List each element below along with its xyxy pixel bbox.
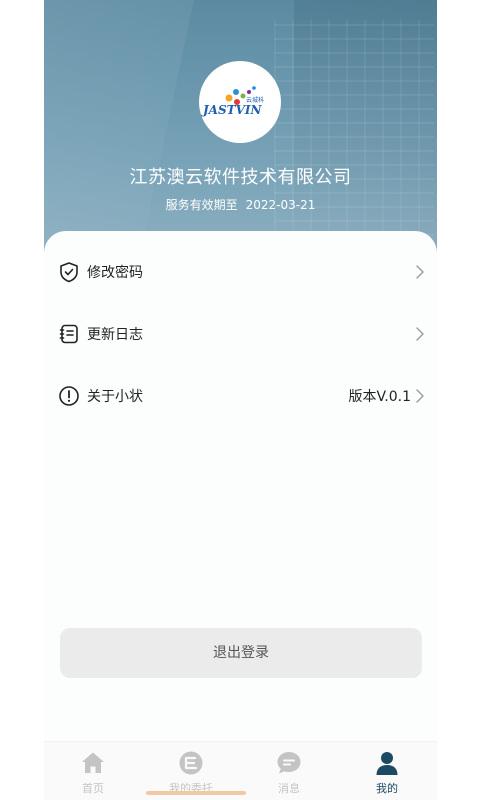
expiry-label: 服务有效期至: [165, 198, 238, 212]
logout-button[interactable]: 退出登录: [60, 628, 422, 678]
background-building: [44, 0, 194, 265]
exclamation-circle-icon: [59, 386, 79, 406]
app-screen: JASTVIN 云城科 江苏澳云软件技术有限公司 服务有效期至 2022-03-2…: [44, 0, 437, 800]
shield-check-icon: [60, 262, 78, 283]
chevron-right-icon: [416, 327, 424, 341]
tab-label: 我的: [376, 782, 398, 795]
message-icon: [277, 752, 301, 774]
version-text: 版本V.0.1: [348, 389, 412, 405]
company-logo: JASTVIN 云城科: [199, 61, 281, 143]
menu-item-label: 关于小状: [87, 389, 143, 405]
chevron-right-icon: [416, 265, 424, 279]
svg-text:云城科: 云城科: [246, 96, 264, 104]
menu-item-change-password[interactable]: 修改密码: [44, 247, 437, 297]
home-icon: [82, 752, 104, 773]
background-windows: [274, 20, 434, 250]
menu-item-changelog[interactable]: 更新日志: [44, 309, 437, 359]
user-icon: [376, 752, 398, 775]
home-indicator: [146, 791, 246, 795]
profile-header: JASTVIN 云城科 江苏澳云软件技术有限公司 服务有效期至 2022-03-2…: [44, 0, 437, 265]
svg-text:JASTVIN: JASTVIN: [201, 103, 263, 117]
tab-home[interactable]: 首页: [44, 750, 142, 800]
menu-item-about[interactable]: 关于小状 版本V.0.1: [44, 371, 437, 421]
tab-profile[interactable]: 我的: [338, 750, 436, 800]
entrust-icon: [179, 751, 203, 775]
company-name: 江苏澳云软件技术有限公司: [129, 167, 352, 188]
chevron-right-icon: [416, 389, 424, 403]
menu-item-label: 更新日志: [87, 327, 143, 343]
tab-label: 首页: [82, 782, 104, 795]
service-expiry: 服务有效期至 2022-03-21: [44, 196, 437, 213]
tab-messages[interactable]: 消息: [240, 750, 338, 800]
menu-item-label: 修改密码: [87, 265, 143, 281]
expiry-date: 2022-03-21: [245, 198, 316, 212]
tab-label: 消息: [278, 782, 300, 795]
notebook-icon: [59, 324, 78, 344]
